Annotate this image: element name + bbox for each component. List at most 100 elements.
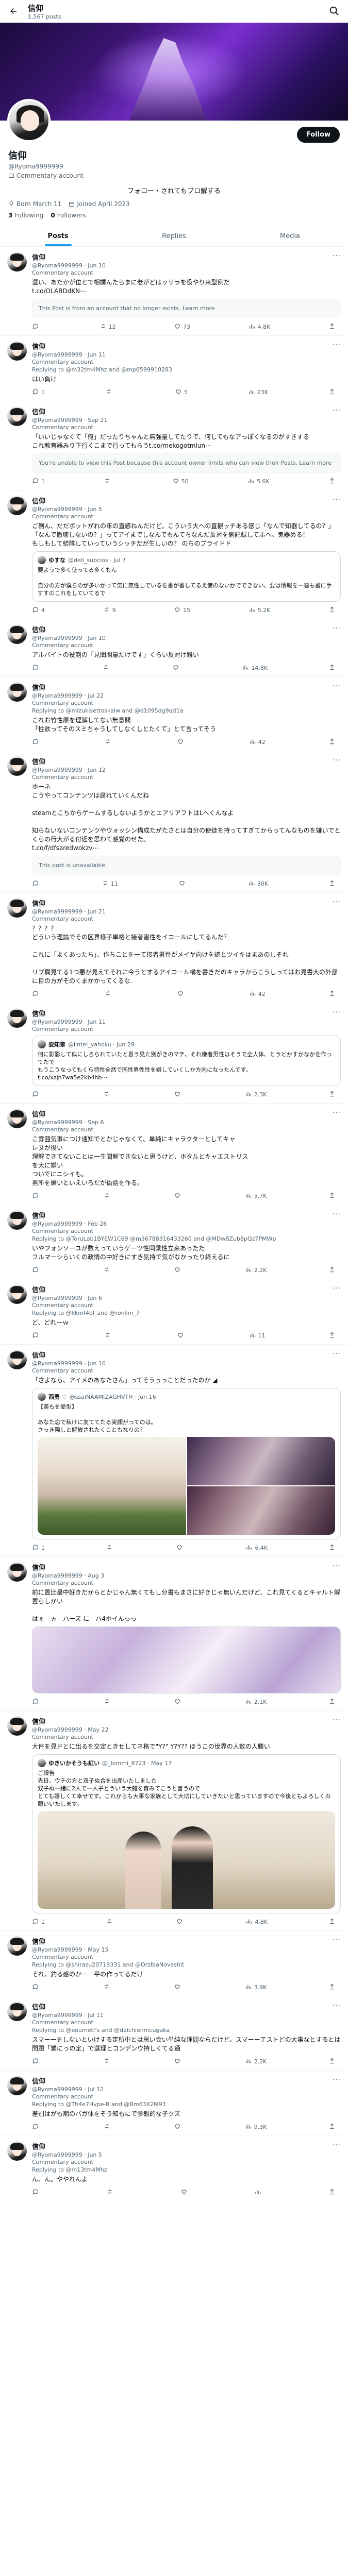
reply-button[interactable]	[32, 1192, 41, 1200]
tweet[interactable]: 信仰 @Ryoma9999999 · Feb 26 Commentary accou…	[0, 1205, 348, 1279]
quoted-photo[interactable]	[187, 1486, 335, 1535]
share-button[interactable]	[328, 323, 336, 331]
tweet[interactable]: 信仰 @Ryoma9999999 · Jul 22 Commentary accou…	[0, 677, 348, 751]
repost-button[interactable]	[106, 1918, 115, 1926]
tweet-handle-date[interactable]: @Ryoma9999999 · Jul 11	[32, 2012, 104, 2019]
tweet[interactable]: 信仰 @Ryoma9999999 · Jun 10 Commentary accou…	[0, 619, 348, 677]
quoted-tweet[interactable]: ゆきいかそうも紅い @_bimmi_8723 · May 17 ご報告 先日、ウチの…	[32, 1754, 341, 1913]
reply-button[interactable]: 4	[32, 606, 45, 615]
more-icon[interactable]: ···	[333, 898, 341, 906]
like-button[interactable]	[178, 879, 188, 888]
more-icon[interactable]: ···	[333, 406, 341, 415]
views-button[interactable]: 2.3K	[245, 1090, 267, 1099]
reply-button[interactable]: 1	[32, 1544, 45, 1552]
views-button[interactable]: 14.8K	[242, 664, 268, 672]
reply-button[interactable]	[32, 2188, 41, 2197]
tweet-avatar[interactable]	[7, 898, 27, 918]
reply-button[interactable]	[32, 1331, 41, 1340]
tweet-avatar[interactable]	[7, 624, 27, 644]
share-button[interactable]	[328, 2057, 336, 2066]
tweet[interactable]: 信仰 @Ryoma9999999 · Aug 3 Commentary accoun…	[0, 1557, 348, 1711]
tweet-author-name[interactable]: 信仰	[32, 1284, 102, 1294]
reply-button[interactable]	[32, 1266, 41, 1275]
repost-button[interactable]	[104, 738, 113, 747]
more-icon[interactable]: ···	[333, 682, 341, 690]
like-button[interactable]: 5	[175, 388, 188, 397]
tweet-avatar[interactable]	[7, 756, 27, 776]
tweet-author-name[interactable]: 信仰	[32, 2002, 104, 2011]
repost-button[interactable]	[103, 1983, 112, 1992]
tweet[interactable]: 信仰 @Ryoma9999999 · Jun 11 Commentary accou…	[0, 336, 348, 401]
like-button[interactable]	[176, 1918, 185, 1926]
tweet[interactable]: 信仰 @Ryoma9999999 · Jun 11 Commentary accou…	[0, 1003, 348, 1104]
tweet[interactable]: 信仰 @Ryoma9999999 · Sep 21 Commentary accou…	[0, 401, 348, 490]
tweet[interactable]: 信仰 @Ryoma9999999 · Jun 16 Commentary accou…	[0, 1345, 348, 1557]
tweet-avatar[interactable]	[7, 1008, 27, 1028]
tweet[interactable]: 信仰 @Ryoma9999999 · May 15 Commentary accou…	[0, 1931, 348, 1996]
tweet-handle-date[interactable]: @Ryoma9999999 · Feb 26	[32, 1221, 107, 1227]
reply-button[interactable]	[32, 1983, 41, 1992]
repost-button[interactable]	[103, 1192, 112, 1200]
reply-button[interactable]: 1	[32, 477, 45, 486]
more-icon[interactable]: ···	[333, 1008, 341, 1016]
reply-button[interactable]	[32, 2123, 41, 2131]
views-button[interactable]: 5.7K	[245, 1192, 267, 1200]
repost-button[interactable]	[106, 2188, 115, 2197]
views-button[interactable]: 42	[249, 738, 266, 747]
tweet-avatar[interactable]	[7, 682, 27, 702]
share-button[interactable]	[328, 2123, 336, 2131]
tweet-author-name[interactable]: 信仰	[32, 756, 106, 766]
repost-button[interactable]: 12	[100, 323, 116, 331]
like-button[interactable]	[180, 2188, 190, 2197]
tweet-avatar[interactable]	[7, 1716, 27, 1736]
like-button[interactable]	[174, 1983, 183, 1992]
share-button[interactable]	[328, 1266, 336, 1275]
tweet-handle-date[interactable]: @Ryoma9999999 · May 15	[32, 1946, 108, 1953]
reply-button[interactable]	[32, 738, 41, 747]
views-button[interactable]: 4.8K	[248, 323, 270, 331]
views-button[interactable]: 11	[249, 1331, 266, 1340]
tweet-handle-date[interactable]: @Ryoma9999999 · Jun 6	[32, 1295, 102, 1301]
tweet-handle-date[interactable]: @Ryoma9999999 · Jul 12	[32, 2086, 104, 2093]
replying-to[interactable]: Replying to @kkmf4bl_and @ronlim_7	[32, 1310, 341, 1316]
like-button[interactable]	[174, 2057, 183, 2066]
more-icon[interactable]: ···	[333, 496, 341, 504]
tweet-avatar[interactable]	[7, 496, 27, 515]
share-button[interactable]	[328, 664, 336, 672]
share-button[interactable]	[328, 1983, 336, 1992]
tweet[interactable]: 信仰 @Ryoma9999999 · Jun 10 Commentary accou…	[0, 247, 348, 336]
tweet-handle-date[interactable]: @Ryoma9999999 · Jun 12	[32, 767, 106, 773]
views-button[interactable]: 42	[249, 990, 266, 998]
more-icon[interactable]: ···	[333, 1109, 341, 1117]
more-icon[interactable]: ···	[333, 1936, 341, 1944]
like-button[interactable]: 15	[174, 606, 190, 615]
share-button[interactable]	[328, 1192, 336, 1200]
tweet-avatar[interactable]	[7, 2076, 27, 2095]
tweet-author-name[interactable]: 信仰	[32, 2141, 102, 2151]
views-button[interactable]	[254, 2188, 263, 2197]
tweet[interactable]: 信仰 @Ryoma9999999 · May 22 Commentary accou…	[0, 1711, 348, 1931]
tweet-handle-date[interactable]: @Ryoma9999999 · Jun 16	[32, 1360, 106, 1367]
repost-button[interactable]	[103, 1090, 112, 1099]
repost-button[interactable]: 11	[102, 879, 118, 888]
reply-button[interactable]	[32, 1698, 41, 1706]
more-icon[interactable]: ···	[333, 1350, 341, 1358]
reply-button[interactable]: 1	[32, 388, 45, 397]
share-button[interactable]	[328, 1918, 336, 1926]
tweet-media[interactable]	[32, 1626, 341, 1693]
quoted-media[interactable]	[38, 1437, 335, 1535]
tweet-author-name[interactable]: 信仰	[32, 1716, 108, 1726]
repost-button[interactable]	[102, 664, 111, 672]
tweet-author-name[interactable]: 信仰	[32, 898, 106, 908]
tweet-author-name[interactable]: 信仰	[32, 1936, 108, 1946]
tweet-author-name[interactable]: 信仰	[32, 1350, 106, 1360]
replying-to[interactable]: Replying to @m32tm4Mhz and @mp6599910283	[32, 366, 341, 373]
search-icon[interactable]	[328, 5, 341, 18]
tweet-handle-date[interactable]: @Ryoma9999999 · Aug 3	[32, 1572, 104, 1579]
views-button[interactable]: 2.2K	[245, 1266, 267, 1275]
more-icon[interactable]: ···	[333, 1562, 341, 1570]
tweet-handle-date[interactable]: @Ryoma9999999 · Jun 10	[32, 635, 106, 641]
repost-button[interactable]	[104, 477, 113, 486]
reply-button[interactable]	[32, 879, 41, 888]
like-button[interactable]	[174, 1266, 183, 1275]
